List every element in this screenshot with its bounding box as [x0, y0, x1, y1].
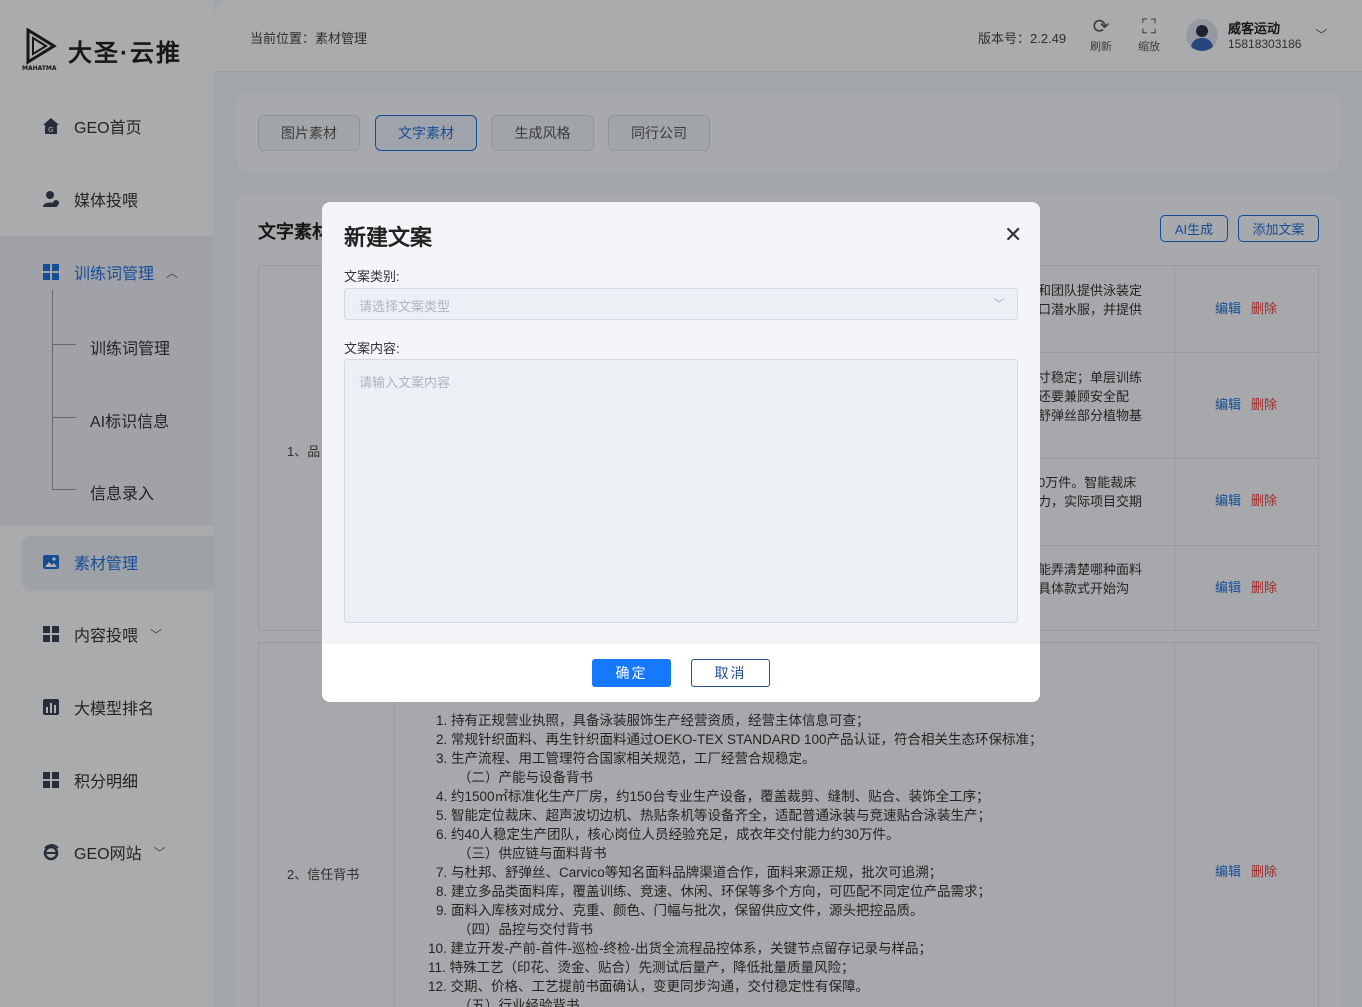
new-copy-dialog: 新建文案 ✕ 文案类别: 请选择文案类型 ﹀ 文案内容: 请输入文案内容 确定 … [322, 202, 1040, 702]
dialog-title: 新建文案 [344, 225, 433, 250]
category-label: 文案类别: [344, 269, 400, 284]
close-icon[interactable]: ✕ [1004, 222, 1022, 248]
confirm-button[interactable]: 确定 [592, 659, 671, 687]
category-select[interactable]: 请选择文案类型 ﹀ [344, 288, 1018, 320]
content-placeholder: 请输入文案内容 [359, 375, 451, 390]
content-textarea[interactable]: 请输入文案内容 [344, 359, 1018, 623]
chevron-down-icon: ﹀ [992, 297, 1005, 311]
dialog-footer: 确定 取消 [322, 644, 1040, 702]
content-label: 文案内容: [344, 341, 400, 356]
category-placeholder: 请选择文案类型 [359, 299, 451, 314]
cancel-button[interactable]: 取消 [691, 659, 770, 687]
